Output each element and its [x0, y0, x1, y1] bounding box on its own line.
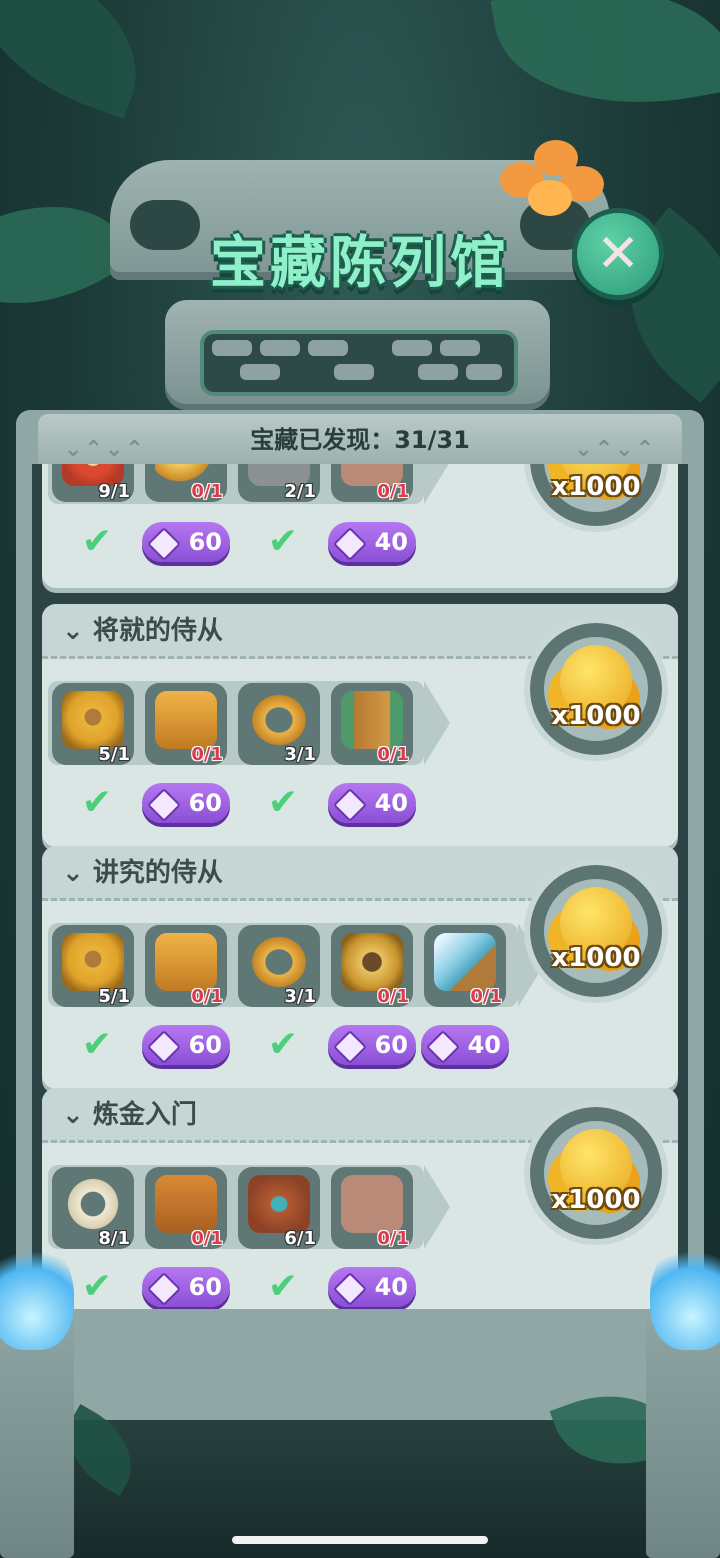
belt-icon [248, 691, 310, 749]
stone-pillar [0, 1320, 74, 1558]
gem-icon [147, 527, 181, 561]
dog-badge-icon [341, 933, 403, 991]
treasure-item[interactable]: 5/1 [52, 925, 134, 1007]
collected-check-icon: ✔ [81, 782, 113, 823]
belt-icon [248, 933, 310, 991]
treasure-item[interactable]: 3/1 [238, 683, 320, 765]
treasure-item[interactable]: 9/1 [52, 464, 134, 502]
treasure-item[interactable]: 6/1 [238, 1167, 320, 1249]
close-button[interactable]: ✕ [572, 208, 664, 300]
treasure-item[interactable]: 0/1 [145, 1167, 227, 1249]
stone-tablet-icon [341, 1175, 403, 1233]
treasure-item[interactable]: 0/1 [145, 683, 227, 765]
treasure-item[interactable]: 0/1 [331, 683, 413, 765]
gem-icon [333, 788, 367, 822]
collected-check-icon: ✔ [81, 1024, 113, 1065]
found-progress-text: 宝藏已发现：31/31 [250, 426, 470, 454]
treasure-set-card: 9/1 0/1 2/1 0/1 ✔ 60 ✔ 40 x1000 [42, 464, 678, 588]
treasure-item[interactable]: 0/1 [331, 464, 413, 502]
gem-icon [426, 1030, 460, 1064]
blue-flame-torch [650, 1240, 720, 1350]
gem-icon [147, 1272, 181, 1306]
buy-with-gems-button[interactable]: 40 [421, 1025, 509, 1065]
collected-check-icon: ✔ [267, 1024, 299, 1065]
plaque-window [200, 330, 518, 396]
treasure-set-card: ⌄ 将就的侍从 5/1 0/1 3/1 0/1 ✔ 60 ✔ 40 x1000 [42, 604, 678, 847]
gem-icon [333, 1030, 367, 1064]
treasure-item[interactable]: 8/1 [52, 1167, 134, 1249]
treasure-item[interactable]: 0/1 [424, 925, 506, 1007]
tribal-mask-icon [248, 1175, 310, 1233]
treasure-set-card: ⌄ 炼金入门 8/1 0/1 6/1 0/1 ✔ 60 ✔ 40 x1000 [42, 1088, 678, 1309]
set-reward-coins[interactable]: x1000 [524, 617, 668, 761]
armor-icon [155, 691, 217, 749]
treasure-item[interactable]: 0/1 [145, 464, 227, 502]
treasure-item[interactable]: 2/1 [238, 464, 320, 502]
chevron-down-icon: ⌄ [62, 858, 93, 888]
mouse-shield-icon [62, 933, 124, 991]
buy-with-gems-button[interactable]: 60 [142, 1025, 230, 1065]
treasure-item[interactable]: 0/1 [331, 925, 413, 1007]
buy-with-gems-button[interactable]: 40 [328, 1267, 416, 1307]
collected-check-icon: ✔ [267, 521, 299, 562]
orange-flower-decoration [500, 140, 610, 220]
home-indicator[interactable] [232, 1536, 488, 1544]
buy-with-gems-button[interactable]: 60 [142, 783, 230, 823]
buy-with-gems-button[interactable]: 60 [142, 522, 230, 562]
treasure-item[interactable]: 0/1 [145, 925, 227, 1007]
buy-with-gems-button[interactable]: 40 [328, 783, 416, 823]
treasure-item[interactable]: 0/1 [331, 1167, 413, 1249]
set-reward-coins[interactable]: x1000 [524, 464, 668, 532]
treasure-item[interactable]: 5/1 [52, 683, 134, 765]
buy-with-gems-button[interactable]: 40 [328, 522, 416, 562]
set-reward-coins[interactable]: x1000 [524, 1101, 668, 1245]
crystal-sword-icon [434, 933, 496, 991]
armor-icon [155, 933, 217, 991]
treasure-list[interactable]: 9/1 0/1 2/1 0/1 ✔ 60 ✔ 40 x1000 ⌄ 将就的侍从 … [32, 464, 688, 1309]
buy-with-gems-button[interactable]: 60 [142, 1267, 230, 1307]
buy-with-gems-button[interactable]: 60 [328, 1025, 416, 1065]
gem-icon [147, 1030, 181, 1064]
set-reward-coins[interactable]: x1000 [524, 859, 668, 1003]
treasure-set-card: ⌄ 讲究的侍从 5/1 0/1 3/1 0/1 0/1 ✔ 60 ✔ 60 40… [42, 846, 678, 1089]
treasure-item[interactable]: 3/1 [238, 925, 320, 1007]
collected-check-icon: ✔ [81, 521, 113, 562]
totem-mask-icon [155, 1175, 217, 1233]
close-icon: ✕ [596, 224, 640, 284]
collected-check-icon: ✔ [267, 782, 299, 823]
gem-icon [147, 788, 181, 822]
slingshot-icon [341, 691, 403, 749]
chevron-down-icon: ⌄ [62, 616, 93, 646]
gem-icon [333, 1272, 367, 1306]
gem-icon [333, 527, 367, 561]
bone-ring-icon [62, 1175, 124, 1233]
chevron-down-icon: ⌄ [62, 1100, 93, 1130]
found-progress-bar: ⌄⌃⌄⌃ 宝藏已发现：31/31 ⌄⌃⌄⌃ [38, 414, 682, 464]
stone-pillar [646, 1320, 720, 1558]
collected-check-icon: ✔ [267, 1266, 299, 1307]
stone-plaque [165, 300, 550, 410]
mouse-shield-icon [62, 691, 124, 749]
